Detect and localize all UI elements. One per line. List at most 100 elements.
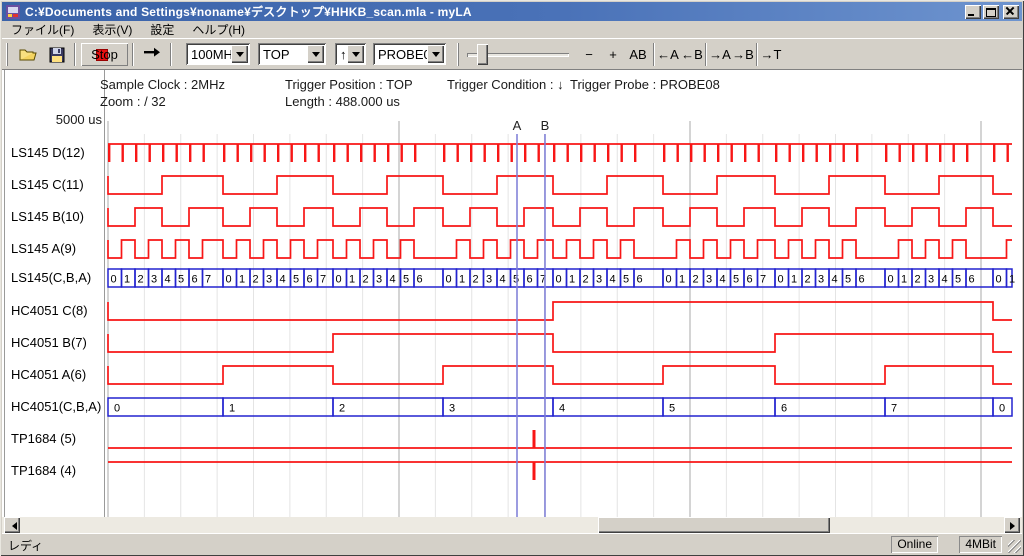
svg-text:0: 0 <box>666 274 672 286</box>
zoom-slider-thumb[interactable] <box>477 44 488 65</box>
svg-text:4: 4 <box>610 274 616 286</box>
menu-help[interactable]: ヘルプ(H) <box>183 20 254 39</box>
svg-text:1: 1 <box>459 274 465 286</box>
svg-text:3: 3 <box>928 274 934 286</box>
open-folder-icon <box>19 47 39 63</box>
chevron-down-icon[interactable] <box>427 45 444 63</box>
chevron-down-icon[interactable] <box>307 45 324 63</box>
svg-text:1: 1 <box>679 274 685 286</box>
menu-file[interactable]: ファイル(F) <box>2 20 83 39</box>
goto-a-right-button[interactable]: →A <box>709 43 731 66</box>
svg-text:6: 6 <box>417 274 423 286</box>
trigger-position-readout: Trigger Position : TOP <box>285 77 413 92</box>
channel-label: LS145(C,B,A) <box>11 270 105 286</box>
memory-status-badge: 4MBit <box>959 536 1002 553</box>
label-pane-divider[interactable] <box>104 70 106 517</box>
chevron-down-icon[interactable] <box>347 45 364 63</box>
svg-text:3: 3 <box>376 274 382 286</box>
svg-text:7: 7 <box>760 274 766 286</box>
horizontal-scrollbar[interactable] <box>2 517 1022 533</box>
svg-text:6: 6 <box>859 274 865 286</box>
channel-label: HC4051 B(7) <box>11 335 105 351</box>
timebase-label: 5000 us <box>42 112 102 127</box>
sample-clock-select[interactable]: 100MHz <box>186 43 250 65</box>
trigger-position-value: TOP <box>263 47 290 62</box>
goto-b-left-button[interactable]: ←B <box>681 43 703 66</box>
svg-text:5: 5 <box>733 274 739 286</box>
toolbar-separator <box>653 43 655 66</box>
svg-text:4: 4 <box>832 274 838 286</box>
resize-grip[interactable] <box>1008 540 1021 553</box>
channel-label: LS145 C(11) <box>11 177 105 193</box>
svg-text:5: 5 <box>178 274 184 286</box>
svg-text:7: 7 <box>205 274 211 286</box>
toolbar-grip <box>6 43 8 66</box>
toolbar-separator <box>132 43 134 66</box>
svg-text:5: 5 <box>845 274 851 286</box>
online-status-badge: Online <box>891 536 938 553</box>
save-floppy-icon <box>49 47 65 63</box>
svg-text:3: 3 <box>486 274 492 286</box>
marker-b-label: B <box>538 118 552 133</box>
svg-text:3: 3 <box>266 274 272 286</box>
svg-text:3: 3 <box>596 274 602 286</box>
svg-text:6: 6 <box>781 403 787 415</box>
svg-text:6: 6 <box>527 274 533 286</box>
minimize-button[interactable] <box>965 5 981 19</box>
channel-label: HC4051 A(6) <box>11 367 105 383</box>
toolbar-separator <box>74 43 76 66</box>
channel-label: LS145 B(10) <box>11 209 105 225</box>
scroll-left-icon[interactable] <box>4 517 20 533</box>
svg-text:7: 7 <box>891 403 897 415</box>
svg-text:2: 2 <box>138 274 144 286</box>
goto-trigger-button[interactable]: →T <box>760 43 782 66</box>
svg-text:0: 0 <box>111 274 117 286</box>
close-button[interactable] <box>1003 5 1019 19</box>
svg-text:3: 3 <box>151 274 157 286</box>
scroll-right-icon[interactable] <box>1004 517 1020 533</box>
svg-text:5: 5 <box>513 274 519 286</box>
svg-text:1: 1 <box>901 274 907 286</box>
channel-label: HC4051 C(8) <box>11 303 105 319</box>
trigger-position-select[interactable]: TOP <box>258 43 326 65</box>
svg-text:3: 3 <box>449 403 455 415</box>
goto-b-right-button[interactable]: →B <box>732 43 754 66</box>
svg-text:1: 1 <box>124 274 130 286</box>
svg-text:0: 0 <box>778 274 784 286</box>
goto-a-left-button[interactable]: ←A <box>657 43 679 66</box>
length-readout: Length : 488.000 us <box>285 94 400 109</box>
zoom-ab-button[interactable]: AB <box>625 43 651 66</box>
run-button[interactable] <box>139 43 165 66</box>
scrollbar-thumb[interactable] <box>598 517 830 533</box>
maximize-button[interactable] <box>983 5 999 19</box>
svg-text:0: 0 <box>114 403 120 415</box>
title-bar: C:¥Documents and Settings¥noname¥デスクトップ¥… <box>2 2 1022 21</box>
svg-text:2: 2 <box>805 274 811 286</box>
svg-text:4: 4 <box>500 274 506 286</box>
chevron-down-icon[interactable] <box>231 45 248 63</box>
svg-text:1: 1 <box>791 274 797 286</box>
window-title: C:¥Documents and Settings¥noname¥デスクトップ¥… <box>25 3 963 20</box>
open-file-button[interactable] <box>16 43 42 66</box>
svg-text:4: 4 <box>165 274 171 286</box>
toolbar-grip <box>457 43 459 66</box>
menu-settings[interactable]: 設定 <box>141 20 183 39</box>
svg-text:0: 0 <box>226 274 232 286</box>
trigger-probe-select[interactable]: PROBE00 <box>373 43 446 65</box>
zoom-in-button[interactable]: + <box>603 43 623 66</box>
svg-text:0: 0 <box>888 274 894 286</box>
waveform-client: 0123456701234567012345601234567012345601… <box>2 69 1022 517</box>
zoom-out-button[interactable]: − <box>579 43 599 66</box>
svg-text:2: 2 <box>363 274 369 286</box>
save-button[interactable] <box>44 43 70 66</box>
trigger-edge-select[interactable]: ↑ <box>335 43 366 65</box>
channel-label: TP1684 (5) <box>11 431 105 447</box>
menu-view[interactable]: 表示(V) <box>83 20 141 39</box>
toolbar-separator <box>705 43 707 66</box>
svg-text:0: 0 <box>446 274 452 286</box>
trigger-condition-readout: Trigger Condition : ↓ <box>447 77 564 92</box>
waveform-plot[interactable]: 0123456701234567012345601234567012345601… <box>2 70 1022 518</box>
stop-button[interactable]: Stop <box>81 43 128 66</box>
menu-bar: ファイル(F) 表示(V) 設定 ヘルプ(H) <box>2 21 1022 38</box>
pane-groove <box>4 70 6 517</box>
